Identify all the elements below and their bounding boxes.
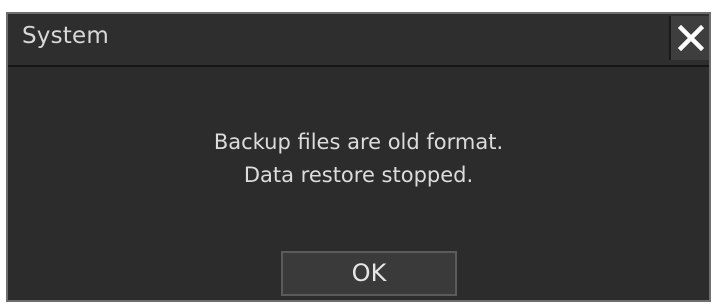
system-dialog: System Backup files are old format. Data… [6, 12, 711, 302]
message-line-2: Data restore stopped. [243, 163, 474, 187]
message-line-1: Backup files are old format. [213, 130, 504, 154]
close-x-icon [678, 25, 704, 51]
close-button[interactable] [669, 16, 709, 60]
dialog-title-bar: System [8, 14, 709, 67]
ok-button[interactable]: OK [281, 251, 457, 296]
dialog-title: System [22, 23, 109, 49]
dialog-message: Backup files are old format. Data restor… [8, 126, 709, 192]
